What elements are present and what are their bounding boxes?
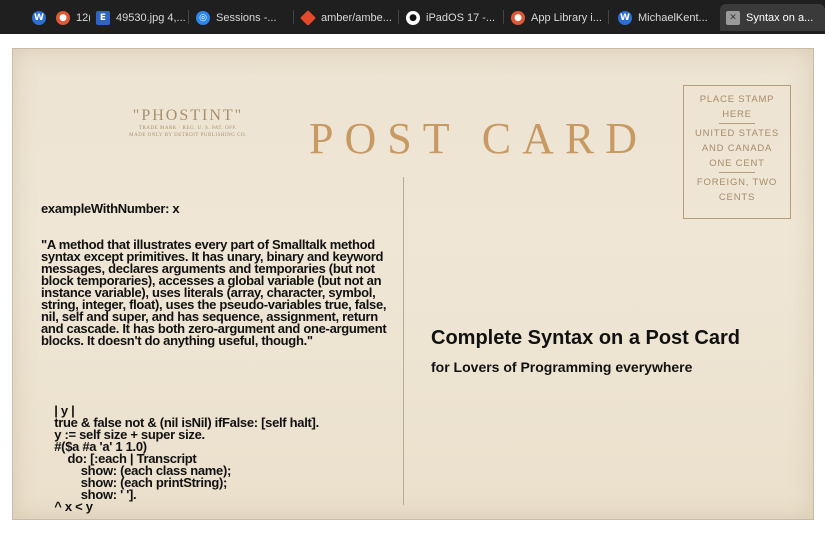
close-icon[interactable]: ✕ [726,10,740,25]
stamp-box: PLACE STAMP HERE UNITED STATES AND CANAD… [683,85,791,219]
tab-separator [398,10,399,24]
postcard-divider [403,177,404,505]
tab-label: Syntax on a... [746,11,814,24]
stamp-line: HERE [722,109,752,120]
stamp-rule [719,172,755,173]
postcard-title: POST CARD [309,114,649,163]
stamp-line: PLACE STAMP [699,94,775,105]
apple-icon: ● [406,10,420,25]
tab-label: 12( [76,11,90,24]
page-content: "PHOSTINT" TRADE MARK · REG. U. S. PAT. … [0,34,825,520]
e-icon: E [96,10,110,25]
tab-label: Sessions -... [216,11,277,24]
stamp-line: AND CANADA [701,143,773,154]
duckduckgo-icon: ● [56,10,70,25]
tab-ipados[interactable]: ● iPadOS 17 -... [400,4,500,31]
tab-sessions[interactable]: ◎ Sessions -... [190,4,290,31]
stamp-line: UNITED STATES [695,128,779,139]
tab-michaelkent[interactable]: W MichaelKent... [612,4,718,31]
method-comment: "A method that illustrates every part of… [41,237,390,348]
tab-separator [293,10,294,24]
smalltalk-code: exampleWithNumber: x "A method that illu… [41,179,393,537]
tab-duckduckgo[interactable]: ● 12( [50,4,90,31]
tab-syntax-active[interactable]: ✕ Syntax on a... [720,4,825,31]
brand-name: "PHOSTINT" [132,107,244,124]
phostint-logo: "PHOSTINT" TRADE MARK · REG. U. S. PAT. … [113,107,263,139]
stamp-line: FOREIGN, TWO [696,177,778,188]
method-signature: exampleWithNumber: x [41,201,180,216]
stamp-rule [719,123,755,124]
tab-label: amber/ambe... [321,11,392,24]
duckduckgo-icon: ● [511,10,525,25]
tab-amber[interactable]: amber/ambe... [295,4,395,31]
tab-label: 49530.jpg 4,... [116,11,186,24]
tab-separator [188,10,189,24]
wordpress-icon: W [32,10,46,25]
git-icon [300,9,316,26]
method-body: | y | true & false not & (nil isNil) ifF… [54,403,319,514]
safari-icon: ◎ [196,10,210,25]
stamp-line: CENTS [718,192,756,203]
postcard-headline: Complete Syntax on a Post Card [431,327,740,349]
browser-tab-bar: W ● 12( E 49530.jpg 4,... ◎ Sessions -..… [0,0,825,34]
postcard-image: "PHOSTINT" TRADE MARK · REG. U. S. PAT. … [12,48,814,520]
tab-label: MichaelKent... [638,11,708,24]
tab-label: App Library i... [531,11,602,24]
wordpress-icon: W [618,10,632,25]
tab-separator [608,10,609,24]
postcard-subline: for Lovers of Programming everywhere [431,359,693,375]
brand-trademark: TRADE MARK · REG. U. S. PAT. OFF. [138,126,238,131]
tab-label: iPadOS 17 -... [426,11,496,24]
stamp-line: ONE CENT [709,158,765,169]
tab-image-jpg[interactable]: E 49530.jpg 4,... [90,4,186,31]
tab-app-library[interactable]: ● App Library i... [505,4,605,31]
brand-publisher: MADE ONLY BY DETROIT PUBLISHING CO. [129,133,247,138]
tab-separator [503,10,504,24]
